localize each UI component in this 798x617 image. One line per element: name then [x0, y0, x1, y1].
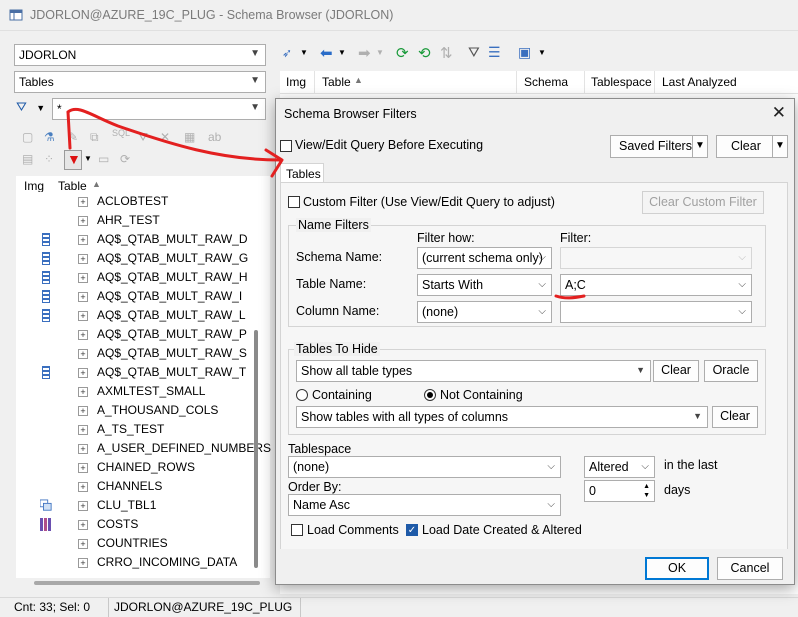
annotation-arrow-path	[66, 107, 282, 162]
annotation-overlay	[66, 107, 586, 300]
annotation-arrowhead	[264, 148, 284, 178]
annotation-underline	[554, 294, 586, 300]
annotation-line-down	[66, 110, 72, 150]
